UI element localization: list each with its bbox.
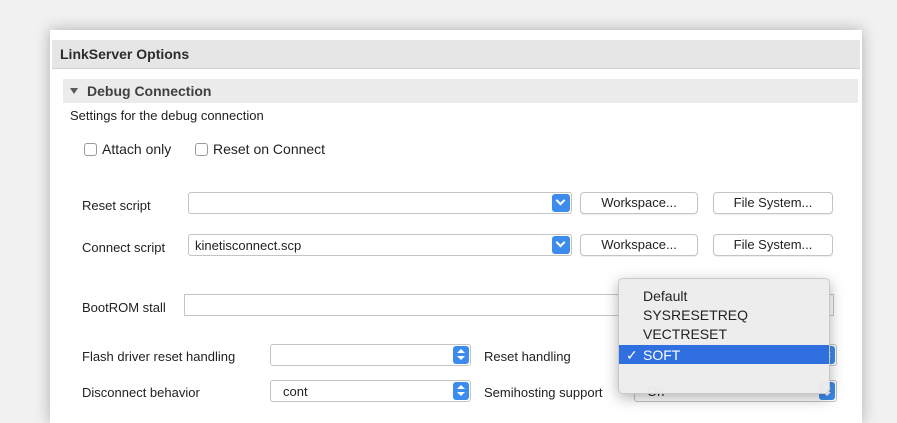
attach-only-checkbox[interactable] <box>84 143 97 156</box>
reset-handling-label: Reset handling <box>484 349 571 364</box>
window-title-bar: LinkServer Options <box>52 40 860 69</box>
connect-script-value: kinetisconnect.scp <box>195 238 302 253</box>
flash-driver-label: Flash driver reset handling <box>82 349 236 364</box>
menu-item-soft[interactable]: ✓ SOFT <box>619 345 829 364</box>
reset-script-combo[interactable] <box>188 192 572 214</box>
reset-script-filesystem-button[interactable]: File System... <box>713 192 833 214</box>
bootrom-stall-label: BootROM stall <box>82 300 166 315</box>
checkmark-icon: ✓ <box>626 347 638 363</box>
connect-script-label: Connect script <box>82 240 166 255</box>
menu-item-sysresetreq[interactable]: SYSRESETREQ <box>619 305 829 324</box>
debug-connection-section-header[interactable]: Debug Connection <box>63 79 858 103</box>
stepper-arrows-icon[interactable] <box>453 382 469 400</box>
section-description: Settings for the debug connection <box>70 108 264 123</box>
reset-handling-dropdown-menu: Default SYSRESETREQ VECTRESET ✓ SOFT <box>618 278 830 394</box>
menu-item-vectreset[interactable]: VECTRESET <box>619 324 829 343</box>
window-title: LinkServer Options <box>60 46 190 62</box>
flash-driver-select[interactable] <box>270 344 471 366</box>
stepper-arrows-icon[interactable] <box>453 346 469 364</box>
chevron-down-icon[interactable] <box>552 194 570 212</box>
reset-script-workspace-button[interactable]: Workspace... <box>580 192 698 214</box>
connect-script-filesystem-button[interactable]: File System... <box>713 234 833 256</box>
chevron-down-icon[interactable] <box>552 236 570 254</box>
semihosting-support-label: Semihosting support <box>484 385 603 400</box>
reset-script-label: Reset script <box>82 198 151 213</box>
disclosure-triangle-icon[interactable] <box>70 88 78 94</box>
reset-on-connect-checkbox[interactable] <box>195 143 208 156</box>
disconnect-behavior-select[interactable]: cont <box>270 380 471 402</box>
disconnect-behavior-value: cont <box>283 384 308 399</box>
section-title: Debug Connection <box>87 83 212 99</box>
disconnect-behavior-label: Disconnect behavior <box>82 385 200 400</box>
connect-script-combo[interactable]: kinetisconnect.scp <box>188 234 572 256</box>
attach-only-label[interactable]: Attach only <box>102 141 171 157</box>
menu-item-default[interactable]: Default <box>619 286 829 305</box>
reset-on-connect-label[interactable]: Reset on Connect <box>213 141 325 157</box>
connect-script-workspace-button[interactable]: Workspace... <box>580 234 698 256</box>
